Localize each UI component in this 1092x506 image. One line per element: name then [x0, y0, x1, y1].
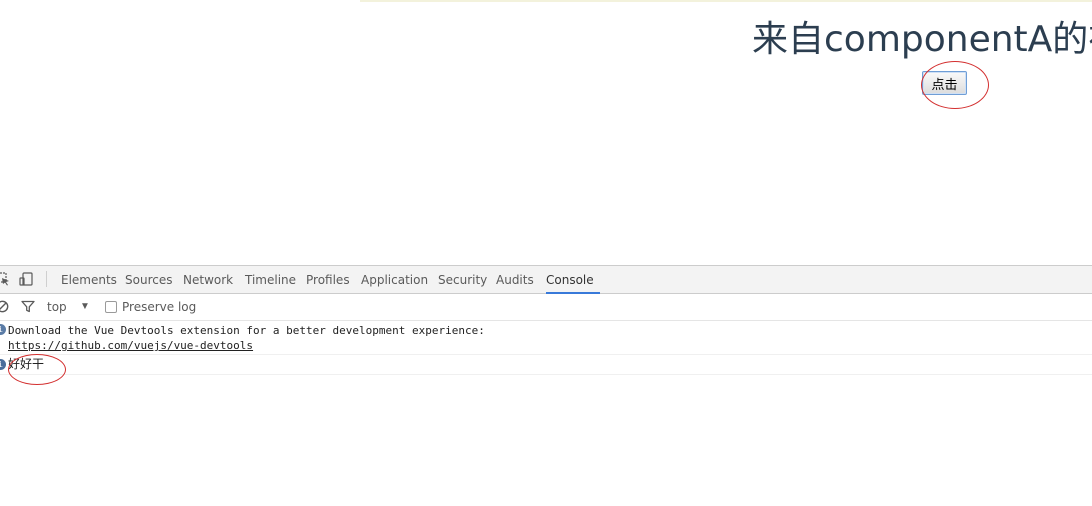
device-toolbar-icon[interactable]	[19, 272, 33, 286]
dropdown-arrow-icon[interactable]: ▼	[80, 294, 90, 320]
click-button[interactable]: 点击	[922, 71, 967, 95]
top-divider	[360, 0, 1092, 2]
preserve-log-label[interactable]: Preserve log	[122, 294, 196, 320]
devtools-panel: Elements Sources Network Timeline Profil…	[0, 265, 1092, 506]
tab-audits[interactable]: Audits	[496, 266, 534, 293]
screen: 来自componentA的祝福 点击 Elements Sources Netw…	[0, 0, 1092, 506]
tab-elements[interactable]: Elements	[61, 266, 117, 293]
tab-sources[interactable]: Sources	[125, 266, 172, 293]
console-message: i Download the Vue Devtools extension fo…	[0, 321, 1092, 355]
page-viewport: 来自componentA的祝福 点击	[0, 0, 1092, 265]
tab-application[interactable]: Application	[361, 266, 428, 293]
page-heading: 来自componentA的祝福	[752, 19, 1092, 60]
context-select[interactable]: top	[47, 294, 67, 320]
tab-profiles[interactable]: Profiles	[306, 266, 350, 293]
preserve-log-checkbox[interactable]	[105, 301, 117, 313]
info-icon: i	[0, 359, 6, 370]
console-message-link[interactable]: https://github.com/vuejs/vue-devtools	[8, 339, 253, 352]
console-message: i 好好干	[0, 355, 1092, 375]
tabbar-separator	[46, 271, 47, 287]
tab-console[interactable]: Console	[546, 266, 600, 294]
console-log-text: 好好干	[8, 357, 45, 371]
tab-timeline[interactable]: Timeline	[245, 266, 296, 293]
console-message-text: Download the Vue Devtools extension for …	[8, 324, 485, 337]
tab-security[interactable]: Security	[438, 266, 487, 293]
console-toolbar: top ▼ Preserve log	[0, 294, 1092, 321]
devtools-tabbar: Elements Sources Network Timeline Profil…	[0, 266, 1092, 294]
clear-console-icon[interactable]	[0, 300, 9, 314]
inspect-element-icon[interactable]	[0, 272, 10, 286]
info-icon: i	[0, 324, 6, 335]
tab-network[interactable]: Network	[183, 266, 233, 293]
filter-icon[interactable]	[21, 300, 35, 314]
